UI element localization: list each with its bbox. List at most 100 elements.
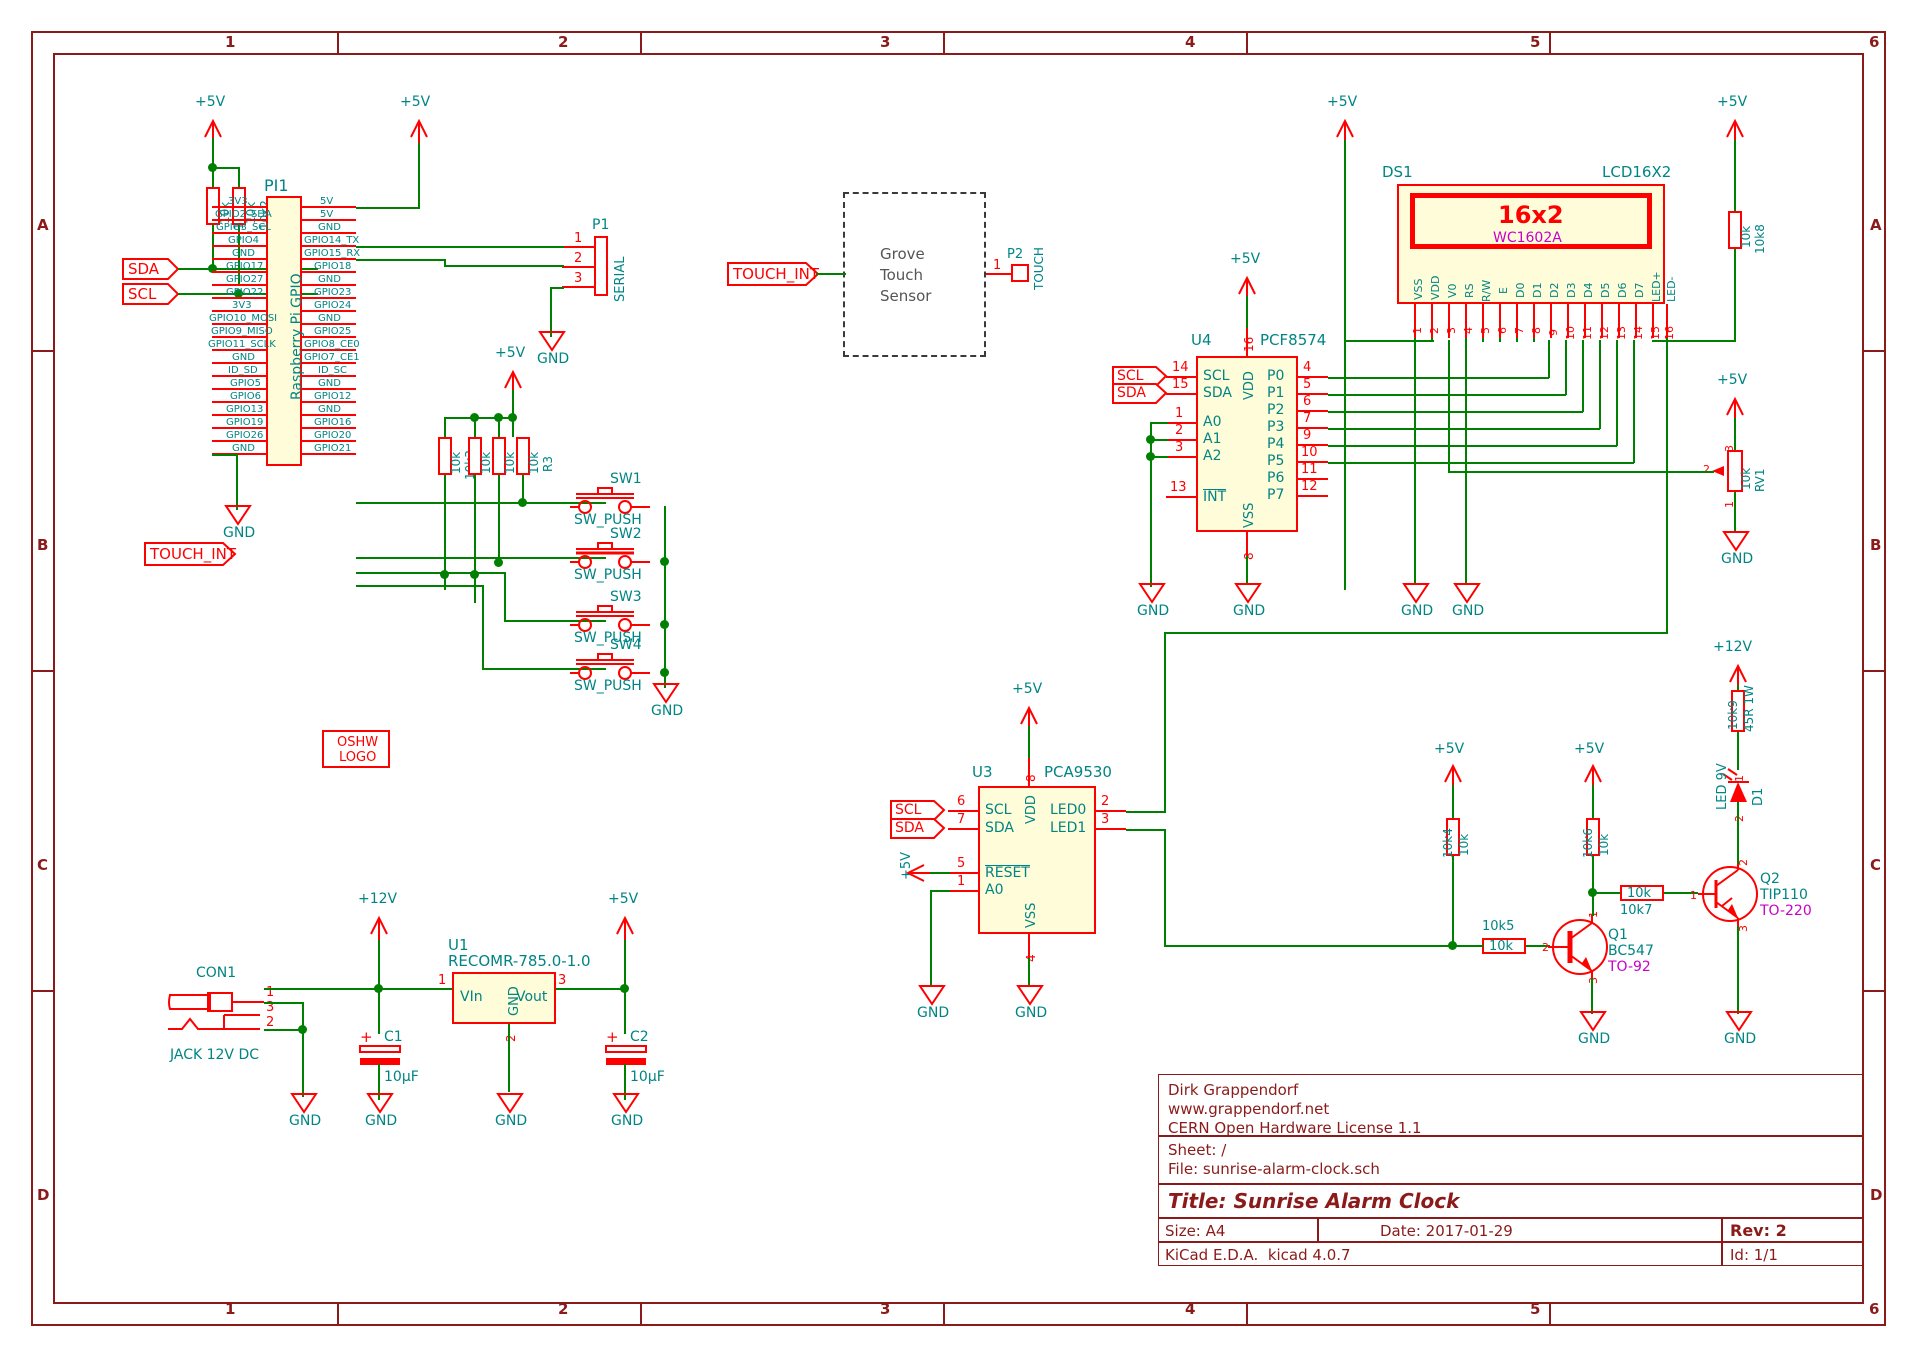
grove-line-1: Grove bbox=[880, 245, 925, 263]
pcf8574-pin-num: 13 bbox=[1170, 480, 1187, 495]
wire-led0-v bbox=[1164, 632, 1166, 812]
wire bbox=[508, 1024, 510, 1092]
wire bbox=[474, 417, 476, 437]
serial-pin-2 bbox=[562, 266, 594, 268]
wire-sw1 bbox=[356, 502, 606, 504]
pi-pin-left-label: GPIO17 bbox=[226, 261, 264, 272]
transistor-q2-pin1: 1 bbox=[1690, 889, 1697, 902]
touch-connector-name: TOUCH bbox=[1032, 247, 1046, 290]
frame-tick bbox=[943, 1304, 945, 1326]
pca9530-ref: U3 bbox=[972, 763, 993, 781]
wire-led-cathode bbox=[1666, 338, 1668, 634]
pcf8574-pin-num: 15 bbox=[1172, 377, 1189, 392]
frame-tick bbox=[1864, 990, 1886, 992]
resistor-r1-value: 10k bbox=[479, 451, 493, 474]
title-block-author: Dirk Grappendorf bbox=[1168, 1081, 1299, 1099]
wire bbox=[1734, 492, 1736, 532]
gnd-label: GND bbox=[1724, 1031, 1757, 1047]
pi-pin-left-label: GPIO27 bbox=[226, 274, 264, 285]
pcf8574-pin-name: P2 bbox=[1267, 402, 1285, 418]
wire bbox=[378, 936, 380, 990]
gnd-label: GND bbox=[1578, 1031, 1611, 1047]
switch-sw1-symbol[interactable] bbox=[570, 482, 676, 516]
lcd-pin-num: 15 bbox=[1649, 326, 1662, 340]
pcf8574-pin-num: 4 bbox=[1303, 360, 1312, 375]
regulator-pin-num-3: 3 bbox=[558, 973, 567, 988]
wire-lcd-rw bbox=[1465, 338, 1467, 584]
switch-sw2-symbol[interactable] bbox=[570, 537, 676, 571]
lcd-screen-text: 16x2 bbox=[1498, 201, 1564, 229]
gnd-label: GND bbox=[1721, 551, 1754, 567]
label-sda: SDA bbox=[895, 820, 924, 836]
resistor-r3-ref: R3 bbox=[541, 456, 555, 472]
wire bbox=[444, 417, 446, 437]
pcf8574-pin-num: 5 bbox=[1303, 377, 1312, 392]
lcd-pin-num: 13 bbox=[1615, 326, 1628, 340]
wire bbox=[378, 988, 380, 1034]
pcf8574-pin-num: 14 bbox=[1172, 360, 1189, 375]
power-flag-5v-arrow bbox=[410, 118, 428, 143]
pcf8574-pin-name: SCL bbox=[1203, 368, 1230, 384]
pi-pin-right-label: GND bbox=[318, 222, 341, 233]
wire bbox=[418, 140, 420, 208]
wire bbox=[264, 1002, 304, 1004]
frame-col-4-b: 4 bbox=[1185, 1300, 1196, 1318]
switch-sw4-symbol[interactable] bbox=[570, 648, 676, 682]
pot-wiper-arrow bbox=[1712, 466, 1724, 476]
pi-pin-right-label: ID_SC bbox=[318, 365, 347, 376]
pcf8574-pin-num: 2 bbox=[1175, 423, 1184, 438]
gnd-label: GND bbox=[537, 351, 570, 367]
frame-tick bbox=[1549, 1304, 1551, 1326]
wire bbox=[624, 936, 626, 990]
frame-tick bbox=[1864, 670, 1886, 672]
gnd-label: GND bbox=[495, 1113, 528, 1129]
transistor-q2-symbol bbox=[1698, 862, 1758, 928]
pca9530-pin-name: SCL bbox=[985, 802, 1012, 818]
wire bbox=[1533, 338, 1535, 342]
wire bbox=[1482, 338, 1484, 342]
touch-connector-ref: P2 bbox=[1007, 247, 1024, 262]
label-scl: SCL bbox=[128, 285, 157, 303]
resistor-10k9-value: 45R 1W bbox=[1742, 685, 1756, 732]
label-touch-int: TOUCH_INT bbox=[150, 545, 237, 563]
pcf8574-pin-name: SDA bbox=[1203, 385, 1232, 401]
pcf8574-pin-name: P1 bbox=[1267, 385, 1285, 401]
pcf8574-vss-name: VSS bbox=[1242, 502, 1257, 528]
power-flag-5v-arrow bbox=[504, 369, 522, 394]
wire bbox=[930, 890, 950, 892]
pca9530-pin-name: A0 bbox=[985, 882, 1004, 898]
serial-connector-ref: P1 bbox=[592, 217, 610, 233]
label-scl: SCL bbox=[895, 802, 922, 818]
lcd-pin-name: VDD bbox=[1429, 275, 1442, 300]
pi-pin-left-label: GPIO6 bbox=[230, 391, 261, 402]
resistor-10k8-value: 10k bbox=[1739, 225, 1753, 248]
pi-pin-right-label: GPIO14_TX bbox=[304, 235, 360, 246]
cap-c2-value: 10µF bbox=[630, 1069, 665, 1085]
regulator-pin-vin: VIn bbox=[460, 989, 483, 1005]
wire bbox=[1737, 926, 1739, 1014]
wire-sw2 bbox=[356, 557, 606, 559]
wire bbox=[444, 417, 514, 419]
frame-row-a-r: A bbox=[1870, 216, 1882, 234]
led-d1-value: LED 9V bbox=[1715, 763, 1730, 810]
resistor-10k6-value: 10k bbox=[1597, 833, 1611, 856]
pi-pin-right-label: GPIO25 bbox=[314, 326, 352, 337]
pcf8574-pin-num: 7 bbox=[1303, 411, 1312, 426]
power-flag-5v-arrow bbox=[1726, 118, 1744, 143]
pcf8574-pin-name: P6 bbox=[1267, 470, 1285, 486]
transistor-q2-footprint: TO-220 bbox=[1760, 903, 1812, 919]
switch-sw4-value: SW_PUSH bbox=[574, 678, 642, 694]
transistor-q1-pin3: 3 bbox=[1587, 977, 1600, 984]
frame-col-1: 1 bbox=[225, 33, 236, 51]
wire bbox=[212, 167, 240, 169]
touch-connector-pin bbox=[986, 273, 1012, 275]
wire bbox=[1737, 802, 1739, 864]
label-scl: SCL bbox=[1117, 368, 1144, 384]
switch-sw3-symbol[interactable] bbox=[570, 600, 676, 634]
pcf8574-pin-num: 6 bbox=[1303, 394, 1312, 409]
resistor-10k5-ref: 10k5 bbox=[1482, 919, 1515, 934]
pi-pin-right-label: GPIO15_RX bbox=[304, 248, 361, 259]
gnd-label: GND bbox=[223, 525, 256, 541]
pcf8574-pin-name: A0 bbox=[1203, 414, 1222, 430]
regulator-pin-gnd: GND bbox=[507, 986, 522, 1016]
